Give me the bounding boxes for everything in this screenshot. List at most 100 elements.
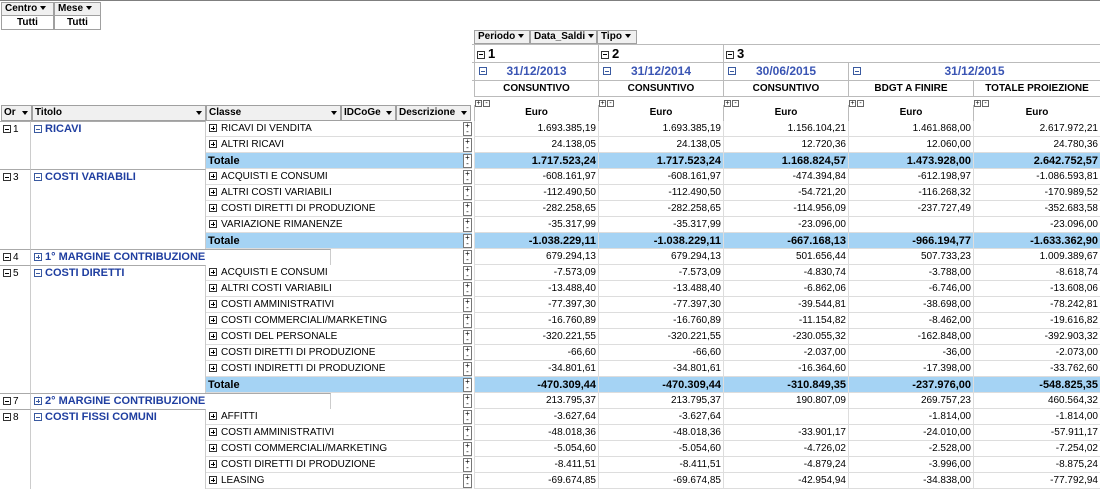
collapse-icon[interactable]: [603, 67, 611, 75]
mini-minus-icon[interactable]: -: [466, 143, 469, 152]
mini-minus-icon[interactable]: -: [466, 271, 469, 280]
row-expand-control[interactable]: + -: [463, 282, 472, 296]
date-header[interactable]: 31/12/2013: [474, 63, 598, 80]
expand-icon[interactable]: [34, 253, 42, 262]
row-expand-control[interactable]: + -: [463, 250, 472, 264]
collapse-icon[interactable]: [3, 253, 11, 262]
mini-minus-icon[interactable]: -: [466, 175, 469, 184]
row-expand-control[interactable]: + -: [463, 266, 472, 280]
expand-icon[interactable]: [209, 220, 217, 229]
collapse-icon[interactable]: [477, 50, 485, 59]
expand-icon[interactable]: [209, 476, 217, 485]
classe-cell[interactable]: COSTI COMMERCIALI/MARKETING: [206, 441, 472, 457]
classe-cell[interactable]: COSTI DIRETTI DI PRODUZIONE: [206, 345, 472, 361]
collapse-icon[interactable]: [34, 269, 42, 278]
row-expand-control[interactable]: + -: [463, 426, 472, 440]
expand-icon[interactable]: [209, 348, 217, 357]
expand-icon[interactable]: [209, 268, 217, 277]
row-expand-control[interactable]: + -: [463, 362, 472, 376]
expand-icon[interactable]: [209, 316, 217, 325]
collapse-icon[interactable]: [3, 397, 11, 406]
titolo-cell[interactable]: RICAVI: [31, 121, 206, 169]
row-expand-control[interactable]: + -: [463, 122, 472, 136]
row-expand-control[interactable]: + -: [463, 202, 472, 216]
row-expand-control[interactable]: + -: [463, 474, 472, 488]
mini-minus-icon[interactable]: -: [466, 239, 469, 248]
collapse-icon[interactable]: [479, 67, 487, 75]
classe-cell[interactable]: ACQUISTI E CONSUMI: [206, 169, 472, 185]
titolo-cell[interactable]: 1° MARGINE CONTRIBUZIONE: [31, 249, 331, 265]
mini-minus-icon[interactable]: -: [466, 191, 469, 200]
expand-icon[interactable]: [209, 284, 217, 293]
field-descrizione-button[interactable]: Descrizione: [396, 105, 471, 121]
period-header-3[interactable]: 3: [723, 45, 1100, 62]
field-titolo-button[interactable]: Titolo: [32, 105, 206, 121]
classe-cell[interactable]: RICAVI DI VENDITA: [206, 121, 472, 137]
mini-minus-icon[interactable]: -: [466, 479, 469, 488]
date-header[interactable]: 31/12/2014: [598, 63, 723, 80]
mini-minus-icon[interactable]: -: [466, 159, 469, 168]
expand-icon[interactable]: [209, 428, 217, 437]
expand-collapse-controls[interactable]: + -: [599, 97, 619, 107]
row-expand-control[interactable]: + -: [463, 138, 472, 152]
mini-minus-icon[interactable]: -: [466, 351, 469, 360]
classe-cell[interactable]: COSTI COMMERCIALI/MARKETING: [206, 313, 472, 329]
collapse-icon[interactable]: [853, 67, 861, 75]
row-expand-control[interactable]: + -: [463, 410, 472, 424]
classe-cell[interactable]: COSTI DEL PERSONALE: [206, 329, 472, 345]
mini-minus-icon[interactable]: -: [466, 399, 469, 408]
row-expand-control[interactable]: + -: [463, 170, 472, 184]
row-expand-control[interactable]: + -: [463, 442, 472, 456]
collapse-icon[interactable]: [726, 50, 734, 59]
classe-cell[interactable]: COSTI INDIRETTI DI PRODUZIONE: [206, 361, 472, 377]
expand-icon[interactable]: [209, 444, 217, 453]
date-header[interactable]: 30/06/2015: [723, 63, 848, 80]
classe-cell[interactable]: ALTRI COSTI VARIABILI: [206, 185, 472, 201]
row-expand-control[interactable]: + -: [463, 314, 472, 328]
collapse-icon[interactable]: [601, 50, 609, 59]
expand-collapse-controls[interactable]: + -: [974, 97, 994, 107]
row-expand-control[interactable]: + -: [463, 346, 472, 360]
classe-cell[interactable]: VARIAZIONE RIMANENZE: [206, 217, 472, 233]
field-classe-button[interactable]: Classe: [206, 105, 341, 121]
collapse-icon[interactable]: [34, 413, 42, 422]
period-header-2[interactable]: 2: [598, 45, 723, 62]
mini-minus-icon[interactable]: -: [466, 463, 469, 472]
titolo-cell[interactable]: COSTI VARIABILI: [31, 169, 206, 249]
row-expand-control[interactable]: + -: [463, 458, 472, 472]
classe-cell[interactable]: COSTI AMMINISTRATIVI: [206, 425, 472, 441]
mini-minus-icon[interactable]: -: [466, 207, 469, 216]
field-tipo-button[interactable]: Tipo: [597, 30, 637, 44]
expand-collapse-controls[interactable]: + -: [724, 97, 744, 107]
expand-icon[interactable]: [209, 300, 217, 309]
collapse-icon[interactable]: [34, 173, 42, 182]
mini-minus-icon[interactable]: -: [466, 287, 469, 296]
expand-collapse-controls[interactable]: + -: [849, 97, 869, 107]
row-expand-control[interactable]: + -: [463, 234, 472, 248]
expand-icon[interactable]: [209, 188, 217, 197]
classe-cell[interactable]: ALTRI COSTI VARIABILI: [206, 281, 472, 297]
date-header[interactable]: 31/12/2015: [848, 63, 1100, 80]
expand-icon[interactable]: [209, 124, 217, 133]
row-expand-control[interactable]: + -: [463, 378, 472, 392]
expand-icon[interactable]: [209, 412, 217, 421]
classe-cell[interactable]: COSTI AMMINISTRATIVI: [206, 297, 472, 313]
classe-cell[interactable]: AFFITTI: [206, 409, 472, 425]
classe-cell[interactable]: ACQUISTI E CONSUMI: [206, 265, 472, 281]
row-expand-control[interactable]: + -: [463, 394, 472, 408]
mini-minus-icon[interactable]: -: [466, 319, 469, 328]
classe-cell[interactable]: LEASING: [206, 473, 472, 489]
field-idcoge-button[interactable]: IDCoGe: [341, 105, 396, 121]
expand-icon[interactable]: [209, 364, 217, 373]
field-data-saldi-button[interactable]: Data_Saldi: [530, 30, 597, 44]
expand-icon[interactable]: [34, 397, 42, 406]
collapse-icon[interactable]: [3, 173, 11, 182]
field-periodo-button[interactable]: Periodo: [474, 30, 530, 44]
row-expand-control[interactable]: + -: [463, 186, 472, 200]
mini-minus-icon[interactable]: -: [466, 431, 469, 440]
row-expand-control[interactable]: + -: [463, 330, 472, 344]
filter-mese-button[interactable]: Mese: [54, 2, 101, 16]
classe-cell[interactable]: ALTRI RICAVI: [206, 137, 472, 153]
expand-icon[interactable]: [209, 140, 217, 149]
expand-collapse-controls[interactable]: + -: [475, 97, 495, 107]
